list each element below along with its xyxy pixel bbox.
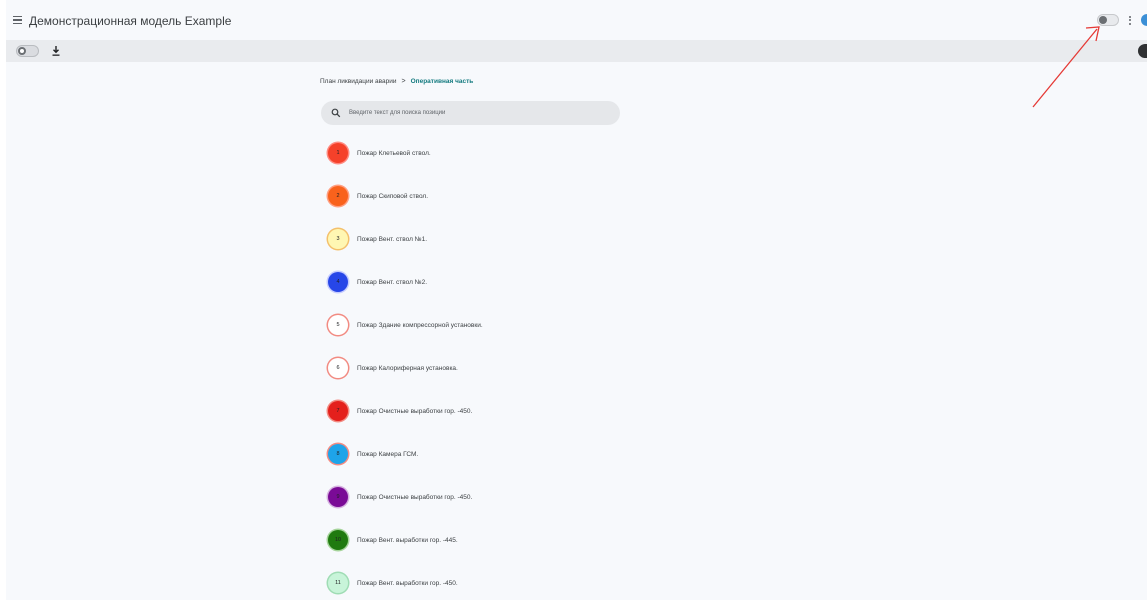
list-item[interactable]: 8 Пожар Камера ГСМ. (328, 440, 628, 468)
app-window: Демонстрационная модель Example План лик… (6, 0, 1147, 600)
position-number-badge: 8 (328, 444, 348, 464)
position-label: Пожар Скиповой ствол. (357, 192, 429, 200)
list-item[interactable]: 3 Пожар Вент. ствол №1. (328, 225, 628, 253)
list-item[interactable]: 10 Пожар Вент. выработки гор. -445. (328, 526, 628, 554)
breadcrumb: План ликвидации аварии > Оперативная час… (320, 78, 473, 85)
position-number-badge: 11 (328, 573, 348, 593)
position-label: Пожар Очистные выработки гор. -450. (357, 493, 473, 501)
search-input[interactable]: Введите текст для поиска позиции (321, 101, 620, 125)
position-number-badge: 6 (328, 358, 348, 378)
top-app-bar: Демонстрационная модель Example (6, 0, 1147, 40)
position-label: Пожар Калориферная установка. (357, 364, 458, 372)
position-number-badge: 1 (328, 143, 348, 163)
position-number-badge: 2 (328, 186, 348, 206)
menu-icon[interactable] (11, 13, 25, 27)
position-label: Пожар Клетьевой ствол. (357, 149, 431, 157)
download-icon[interactable] (51, 45, 61, 57)
position-number-badge: 10 (328, 530, 348, 550)
avatar[interactable] (1141, 14, 1147, 26)
more-vert-icon[interactable] (1123, 13, 1137, 27)
position-label: Пожар Вент. ствол №1. (357, 235, 428, 243)
mode-toggle[interactable] (16, 45, 39, 57)
list-item[interactable]: 1 Пожар Клетьевой ствол. (328, 139, 628, 167)
app-title: Демонстрационная модель Example (29, 14, 232, 28)
position-label: Пожар Здание компрессорной установки. (357, 321, 483, 329)
list-item[interactable]: 2 Пожар Скиповой ствол. (328, 182, 628, 210)
position-number-badge: 7 (328, 401, 348, 421)
breadcrumb-root-link[interactable]: План ликвидации аварии (320, 78, 397, 85)
list-item[interactable]: 6 Пожар Калориферная установка. (328, 354, 628, 382)
side-panel-button[interactable] (1138, 44, 1147, 58)
position-label: Пожар Очистные выработки гор. -450. (357, 407, 473, 415)
toolbar (6, 40, 1147, 62)
position-number-badge: 3 (328, 229, 348, 249)
breadcrumb-current: Оперативная часть (410, 78, 474, 85)
list-item[interactable]: 4 Пожар Вент. ствол №2. (328, 268, 628, 296)
position-number-badge: 4 (328, 272, 348, 292)
top-right-actions (1097, 11, 1147, 29)
list-item[interactable]: 11 Пожар Вент. выработки гор. -450. (328, 569, 628, 597)
list-item[interactable]: 7 Пожар Очистные выработки гор. -450. (328, 397, 628, 425)
search-placeholder: Введите текст для поиска позиции (349, 110, 446, 116)
toggle-knob-icon (18, 47, 26, 55)
breadcrumb-separator: > (401, 78, 406, 85)
list-item[interactable]: 5 Пожар Здание компрессорной установки. (328, 311, 628, 339)
toggle-knob-icon (1099, 16, 1107, 24)
position-label: Пожар Вент. выработки гор. -445. (357, 536, 458, 544)
position-label: Пожар Вент. ствол №2. (357, 278, 428, 286)
list-item[interactable]: 9 Пожар Очистные выработки гор. -450. (328, 483, 628, 511)
theme-toggle[interactable] (1097, 14, 1119, 26)
position-number-badge: 9 (328, 487, 348, 507)
position-label: Пожар Камера ГСМ. (357, 450, 419, 458)
search-icon (331, 108, 341, 118)
position-number-badge: 5 (328, 315, 348, 335)
position-label: Пожар Вент. выработки гор. -450. (357, 579, 458, 587)
